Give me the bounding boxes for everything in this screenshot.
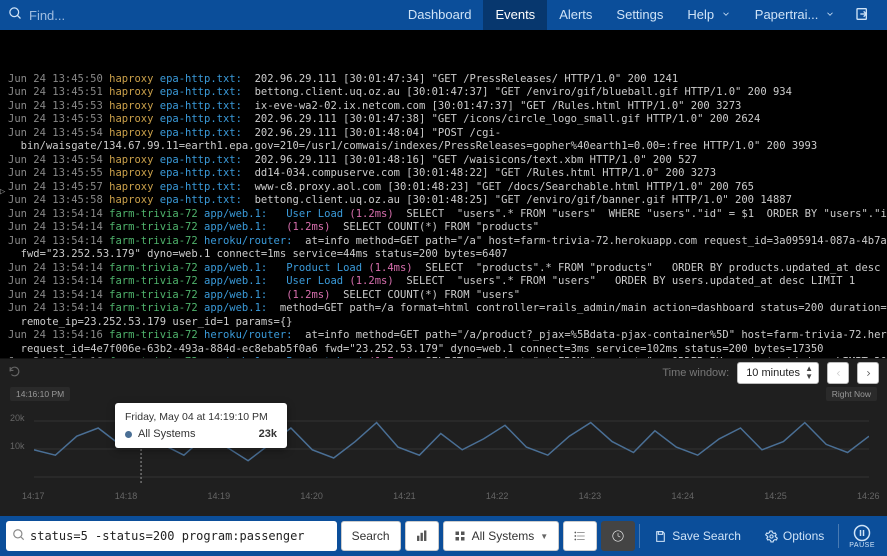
nav-help[interactable]: Help: [675, 0, 742, 30]
x-tick: 14:19: [208, 491, 231, 501]
log-line[interactable]: Jun 24 13:54:14 farm-trivia-72 heroku/ro…: [8, 235, 879, 249]
tooltip-title: Friday, May 04 at 14:19:10 PM: [125, 411, 277, 423]
options-button[interactable]: Options: [755, 521, 834, 551]
save-label: Save Search: [672, 529, 741, 543]
x-tick: 14:17: [22, 491, 45, 501]
log-line[interactable]: bin/waisgate/134.67.99.11=earth1.epa.gov…: [8, 140, 879, 154]
nav-items: Dashboard Events Alerts Settings Help Pa…: [396, 0, 879, 30]
chevron-down-icon: [825, 9, 835, 19]
divider: [639, 524, 640, 548]
log-line[interactable]: request_id=4e7f006e-63b2-493a-884d-ec8eb…: [8, 343, 879, 357]
systems-dropdown[interactable]: All Systems ▼: [443, 521, 560, 551]
x-tick: 14:21: [393, 491, 416, 501]
refresh-icon[interactable]: [8, 365, 21, 381]
tooltip-value: 23k: [259, 428, 277, 440]
query-input[interactable]: [26, 529, 331, 543]
list-icon[interactable]: [563, 521, 597, 551]
log-line[interactable]: Jun 24 13:45:54 haproxy epa-http.txt: 20…: [8, 127, 879, 141]
y-tick: 10k: [10, 441, 25, 451]
save-search-button[interactable]: Save Search: [644, 521, 751, 551]
log-line[interactable]: Jun 24 13:54:16 farm-trivia-72 heroku/ro…: [8, 329, 879, 343]
log-line[interactable]: Jun 24 13:54:14 farm-trivia-72 app/web.1…: [8, 275, 879, 289]
log-line[interactable]: Jun 24 13:45:55 haproxy epa-http.txt: dd…: [8, 167, 879, 181]
pause-button[interactable]: PAUSE: [843, 524, 881, 549]
log-line[interactable]: Jun 24 13:45:57 haproxy epa-http.txt: ww…: [8, 181, 879, 195]
bottom-bar: Search All Systems ▼ Save Search Options…: [0, 516, 887, 556]
x-tick: 14:23: [579, 491, 602, 501]
find-input[interactable]: [29, 8, 229, 23]
y-tick: 20k: [10, 413, 25, 423]
log-line[interactable]: Jun 24 13:45:58 haproxy epa-http.txt: be…: [8, 194, 879, 208]
exit-icon[interactable]: [847, 6, 879, 25]
x-tick: 14:26: [857, 491, 880, 501]
log-line[interactable]: Jun 24 13:54:14 farm-trivia-72 app/web.1…: [8, 221, 879, 235]
x-tick: 14:24: [671, 491, 694, 501]
x-tick: 14:22: [486, 491, 509, 501]
clock-icon[interactable]: [601, 521, 635, 551]
nav-alerts[interactable]: Alerts: [547, 0, 604, 30]
log-line[interactable]: Jun 24 13:54:14 farm-trivia-72 app/web.1…: [8, 208, 879, 222]
log-line[interactable]: fwd="23.252.53.179" dyno=web.1 connect=1…: [8, 248, 879, 262]
x-tick: 14:18: [115, 491, 138, 501]
log-line[interactable]: Jun 24 13:45:53 haproxy epa-http.txt: ix…: [8, 100, 879, 114]
search-button[interactable]: Search: [341, 521, 401, 551]
nav-settings[interactable]: Settings: [604, 0, 675, 30]
chart-tooltip: Friday, May 04 at 14:19:10 PM All System…: [115, 403, 287, 448]
systems-label: All Systems: [472, 529, 535, 543]
nav-dashboard[interactable]: Dashboard: [396, 0, 484, 30]
log-line[interactable]: Jun 24 13:45:54 haproxy epa-http.txt: 20…: [8, 154, 879, 168]
time-window-prev[interactable]: [827, 362, 849, 384]
log-line[interactable]: Jun 24 13:54:14 farm-trivia-72 app/web.1…: [8, 289, 879, 303]
caret-icon: ▷: [0, 186, 8, 194]
graph-body[interactable]: 14:16:10 PM Right Now 20k 10k Friday, Ma…: [10, 387, 877, 497]
x-tick: 14:25: [764, 491, 787, 501]
time-window-select[interactable]: 10 minutes ▲▼: [737, 362, 819, 384]
bar-chart-icon[interactable]: [405, 521, 439, 551]
pause-label: PAUSE: [849, 542, 875, 549]
log-line[interactable]: Jun 24 13:45:50 haproxy epa-http.txt: 20…: [8, 73, 879, 87]
search-icon: [8, 6, 23, 24]
topnav-search[interactable]: [8, 6, 396, 24]
time-start-pill: 14:16:10 PM: [10, 387, 70, 401]
options-label: Options: [783, 529, 824, 543]
log-line[interactable]: Jun 24 13:45:53 haproxy epa-http.txt: 20…: [8, 113, 879, 127]
chevron-down-icon: ▼: [540, 532, 548, 541]
search-icon: [12, 528, 26, 545]
nav-events[interactable]: Events: [483, 0, 547, 30]
graph-toolbar: Time window: 10 minutes ▲▼: [0, 359, 887, 387]
log-line[interactable]: remote_ip=23.252.53.179 user_id=1 params…: [8, 316, 879, 330]
updown-icon: ▲▼: [805, 365, 813, 381]
chevron-down-icon: [721, 9, 731, 19]
nav-account[interactable]: Papertrai...: [743, 0, 847, 30]
log-pane[interactable]: ▷ Jun 24 13:45:50 haproxy epa-http.txt: …: [0, 30, 887, 358]
tooltip-series: All Systems: [138, 428, 195, 440]
log-line[interactable]: Jun 24 13:54:14 farm-trivia-72 app/web.1…: [8, 302, 879, 316]
time-window-next[interactable]: [857, 362, 879, 384]
x-tick: 14:20: [300, 491, 323, 501]
log-line[interactable]: Jun 24 13:45:51 haproxy epa-http.txt: be…: [8, 86, 879, 100]
nav-help-label: Help: [687, 7, 714, 22]
graph-pane: Time window: 10 minutes ▲▼ 14:16:10 PM R…: [0, 358, 887, 516]
topnav: Dashboard Events Alerts Settings Help Pa…: [0, 0, 887, 30]
time-window-value: 10 minutes: [746, 367, 800, 379]
divider: [838, 524, 839, 548]
log-line[interactable]: Jun 24 13:54:14 farm-trivia-72 app/web.1…: [8, 262, 879, 276]
time-end-pill: Right Now: [826, 387, 877, 401]
time-window-label: Time window:: [662, 367, 729, 379]
query-wrap[interactable]: [6, 521, 337, 551]
nav-account-label: Papertrai...: [755, 7, 819, 22]
series-dot-icon: [125, 431, 132, 438]
